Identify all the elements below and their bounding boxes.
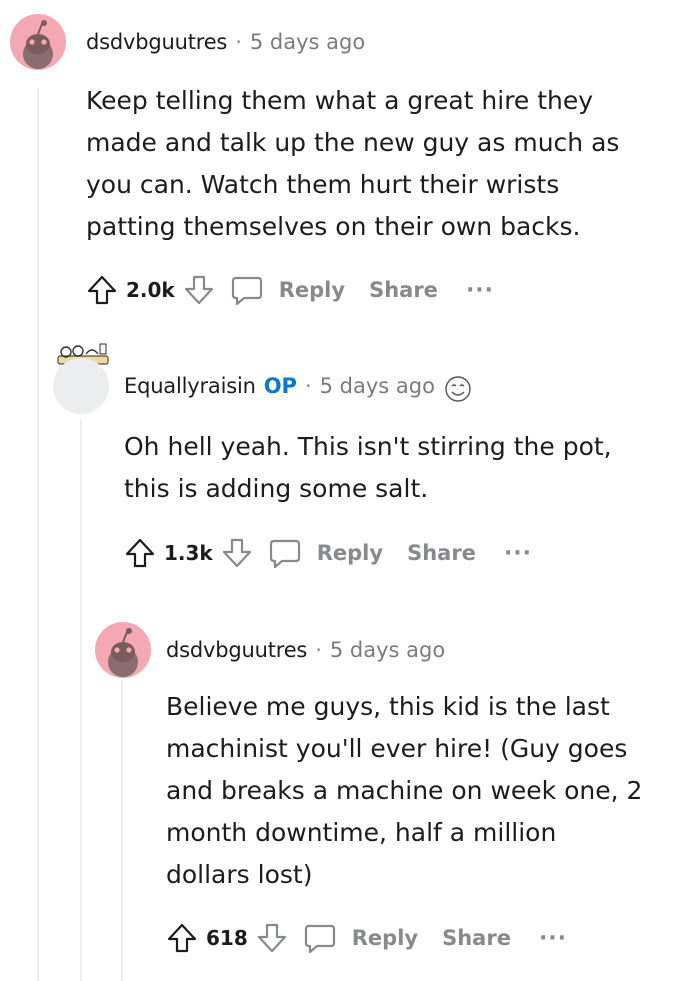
- upvote-icon[interactable]: [122, 535, 158, 571]
- comment-icon[interactable]: [302, 920, 338, 956]
- comment-body-line: this is adding some salt.: [124, 474, 429, 503]
- upvote-icon[interactable]: [84, 272, 120, 308]
- vote-count: 618: [206, 926, 248, 950]
- comment-body-line: made and talk up the new guy as much as: [86, 128, 620, 157]
- separator-dot: ·: [304, 374, 312, 398]
- username-link[interactable]: dsdvbguutres: [86, 30, 227, 54]
- share-button[interactable]: Share: [369, 278, 438, 302]
- comment-body-line: month downtime, half a million: [166, 818, 557, 847]
- username-link[interactable]: dsdvbguutres: [166, 638, 307, 662]
- comment-body: Oh hell yeah. This isn't stirring the po…: [124, 426, 612, 510]
- more-options-button[interactable]: ···: [466, 278, 494, 303]
- downvote-icon[interactable]: [181, 272, 217, 308]
- separator-dot: ·: [315, 638, 322, 662]
- snoo-avatar-icon[interactable]: [95, 622, 151, 678]
- comment-body-line: patting themselves on their own backs.: [86, 212, 581, 241]
- comment-body-line: you can. Watch them hurt their wrists: [86, 170, 560, 199]
- comment-meta: dsdvbguutres · 5 days ago: [166, 638, 445, 662]
- comment-body: Believe me guys, this kid is the last ma…: [166, 686, 642, 896]
- comment-body-line: Keep telling them what a great hire they: [86, 86, 594, 115]
- reply-button[interactable]: Reply: [279, 278, 345, 302]
- comment-icon[interactable]: [229, 272, 265, 308]
- thread-line-level-2[interactable]: [80, 420, 82, 981]
- thread-line-level-3[interactable]: [121, 680, 123, 981]
- comment-actions: 618 Reply Share ···: [164, 918, 567, 958]
- op-badge: OP: [263, 374, 297, 398]
- username-link[interactable]: Equallyraisin: [124, 374, 256, 398]
- comment-body-line: machinist you'll ever hire! (Guy goes: [166, 734, 628, 763]
- comment-icon[interactable]: [267, 535, 303, 571]
- timestamp[interactable]: 5 days ago: [330, 638, 445, 662]
- comment-meta: dsdvbguutres · 5 days ago: [86, 30, 365, 54]
- separator-dot: ·: [235, 30, 242, 54]
- comment-actions: 2.0k Reply Share ···: [84, 270, 494, 310]
- vote-count: 2.0k: [126, 278, 175, 302]
- share-button[interactable]: Share: [442, 926, 511, 950]
- comment-actions: 1.3k Reply Share ···: [122, 533, 532, 573]
- comment-body-line: Believe me guys, this kid is the last: [166, 692, 610, 721]
- more-options-button[interactable]: ···: [539, 926, 567, 951]
- avatar[interactable]: [53, 358, 109, 414]
- comment-meta: Equallyraisin OP · 5 days ago: [124, 374, 475, 406]
- comment-body-line: dollars lost): [166, 860, 313, 889]
- reply-button[interactable]: Reply: [352, 926, 418, 950]
- comment-body: Keep telling them what a great hire they…: [86, 80, 619, 248]
- downvote-icon[interactable]: [219, 535, 255, 571]
- downvote-icon[interactable]: [254, 920, 290, 956]
- snoo-avatar-icon[interactable]: [10, 14, 66, 70]
- timestamp[interactable]: 5 days ago: [320, 374, 435, 398]
- share-button[interactable]: Share: [407, 541, 476, 565]
- emoji-icon: [443, 374, 475, 406]
- vote-count: 1.3k: [164, 541, 213, 565]
- comment-body-line: Oh hell yeah. This isn't stirring the po…: [124, 432, 612, 461]
- upvote-icon[interactable]: [164, 920, 200, 956]
- timestamp[interactable]: 5 days ago: [250, 30, 365, 54]
- thread-line-level-1[interactable]: [37, 88, 39, 981]
- reply-button[interactable]: Reply: [317, 541, 383, 565]
- comment-body-line: and breaks a machine on week one, 2: [166, 776, 643, 805]
- more-options-button[interactable]: ···: [504, 541, 532, 566]
